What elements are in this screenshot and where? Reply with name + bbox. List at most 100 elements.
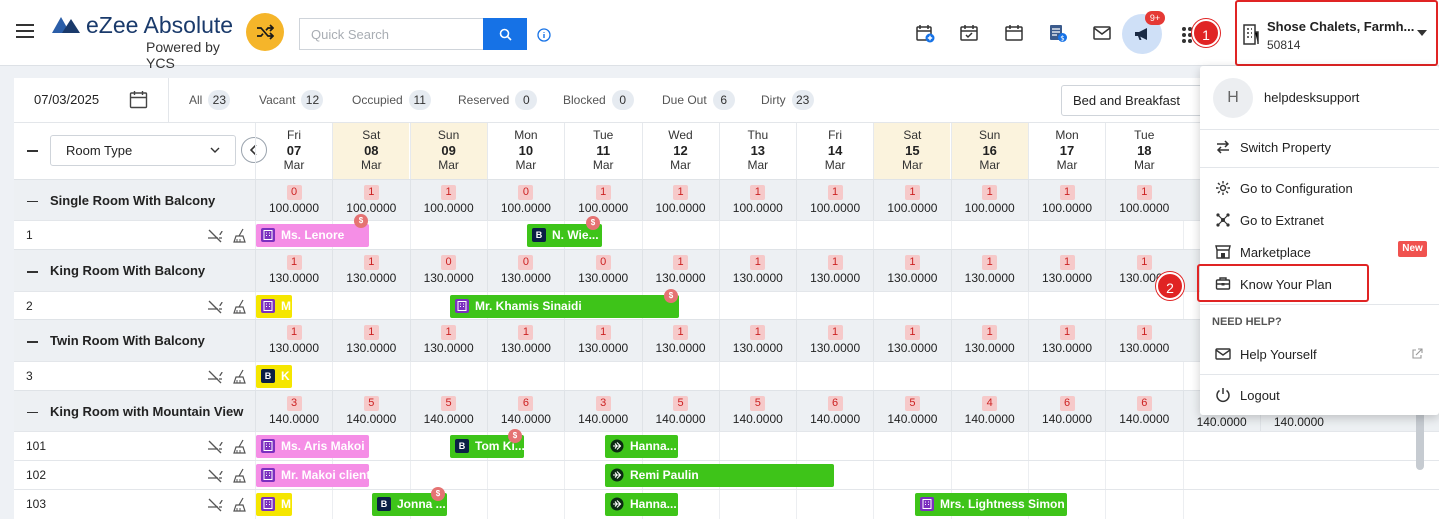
housekeeping-broom-icon[interactable]: [233, 439, 249, 454]
booking-bar[interactable]: Hanna...: [605, 493, 678, 516]
availability-cell[interactable]: 1 130.0000: [332, 250, 409, 291]
no-smoking-icon[interactable]: [207, 299, 223, 314]
availability-cell[interactable]: 0 130.0000: [564, 250, 641, 291]
availability-cell[interactable]: 1 100.0000: [564, 180, 641, 220]
app-logo[interactable]: eZee Absolute Powered by YCS: [50, 10, 250, 71]
availability-cell[interactable]: 1 100.0000: [950, 180, 1028, 220]
filter-vacant[interactable]: Vacant 12: [259, 90, 324, 110]
booking-bar[interactable]: Remi Paulin: [605, 464, 834, 487]
availability-cell[interactable]: 0 100.0000: [486, 180, 564, 220]
hamburger-menu-icon[interactable]: [16, 24, 34, 38]
availability-cell[interactable]: 1 130.0000: [950, 250, 1028, 291]
availability-cell[interactable]: 1 130.0000: [1105, 320, 1182, 361]
booking-bar[interactable]: Mr. Makoi client: [256, 464, 369, 487]
availability-cell[interactable]: 1 130.0000: [950, 320, 1028, 361]
availability-cell[interactable]: 1 130.0000: [796, 320, 873, 361]
collapse-category-icon[interactable]: [27, 200, 38, 202]
availability-cell[interactable]: 1 100.0000: [1105, 180, 1182, 220]
filter-occupied[interactable]: Occupied 11: [352, 90, 431, 110]
availability-cell[interactable]: 1 100.0000: [409, 180, 487, 220]
availability-cell[interactable]: 1 130.0000: [486, 320, 564, 361]
housekeeping-broom-icon[interactable]: [233, 468, 249, 483]
collapse-category-icon[interactable]: [27, 341, 38, 343]
calendar-check-icon[interactable]: [959, 23, 979, 43]
housekeeping-broom-icon[interactable]: [233, 497, 249, 512]
no-smoking-icon[interactable]: [207, 228, 223, 243]
availability-cell[interactable]: 1 130.0000: [1028, 320, 1105, 361]
availability-cell[interactable]: 1 130.0000: [564, 320, 641, 361]
availability-cell[interactable]: 1 130.0000: [641, 250, 719, 291]
availability-cell[interactable]: 6 140.0000: [796, 391, 873, 431]
meal-plan-select[interactable]: Bed and Breakfast: [1061, 85, 1211, 116]
filter-due-out[interactable]: Due Out 6: [662, 90, 735, 110]
availability-cell[interactable]: 0 100.0000: [255, 180, 332, 220]
availability-cell[interactable]: 5 140.0000: [332, 391, 409, 431]
availability-cell[interactable]: 5 140.0000: [641, 391, 719, 431]
availability-cell[interactable]: 1 130.0000: [718, 250, 796, 291]
mail-icon[interactable]: [1092, 23, 1112, 43]
availability-cell[interactable]: 1 130.0000: [255, 320, 332, 361]
availability-cell[interactable]: 6 140.0000: [1028, 391, 1105, 431]
availability-cell[interactable]: 1 130.0000: [409, 320, 487, 361]
quick-search-input[interactable]: [299, 18, 484, 50]
availability-cell[interactable]: 1 100.0000: [1028, 180, 1105, 220]
booking-bar[interactable]: Mrs. Lightness Simon: [915, 493, 1067, 516]
availability-cell[interactable]: 1 130.0000: [255, 250, 332, 291]
filter-blocked[interactable]: Blocked 0: [563, 90, 634, 110]
availability-cell[interactable]: 1 100.0000: [332, 180, 409, 220]
availability-cell[interactable]: 4 140.0000: [950, 391, 1028, 431]
availability-cell[interactable]: 1 100.0000: [873, 180, 950, 220]
billing-icon[interactable]: $: [1048, 23, 1068, 43]
availability-cell[interactable]: 0 130.0000: [486, 250, 564, 291]
no-smoking-icon[interactable]: [207, 468, 223, 483]
availability-cell[interactable]: 0 130.0000: [409, 250, 487, 291]
availability-cell[interactable]: 6 140.0000: [486, 391, 564, 431]
availability-cell[interactable]: 1 130.0000: [718, 320, 796, 361]
add-reservation-icon[interactable]: [915, 23, 935, 43]
no-smoking-icon[interactable]: [207, 369, 223, 384]
collapse-all-icon[interactable]: [27, 150, 38, 152]
no-smoking-icon[interactable]: [207, 497, 223, 512]
availability-cell[interactable]: 6 140.0000: [1105, 391, 1182, 431]
room-type-select[interactable]: Room Type: [50, 135, 236, 166]
availability-cell[interactable]: 5 140.0000: [409, 391, 487, 431]
availability-cell[interactable]: 3 140.0000: [255, 391, 332, 431]
booking-bar[interactable]: Ms. Aris Makoi: [256, 435, 369, 458]
availability-cell[interactable]: 1 130.0000: [1028, 250, 1105, 291]
vertical-scrollbar[interactable]: [1416, 410, 1424, 470]
availability-cell[interactable]: 1 130.0000: [332, 320, 409, 361]
availability-cell[interactable]: 1 130.0000: [796, 250, 873, 291]
filter-reserved[interactable]: Reserved 0: [458, 90, 538, 110]
filter-dirty[interactable]: Dirty 23: [761, 90, 814, 110]
filter-all[interactable]: All 23: [189, 90, 231, 110]
housekeeping-broom-icon[interactable]: [233, 228, 249, 243]
availability-cell[interactable]: 1 100.0000: [718, 180, 796, 220]
booking-bar[interactable]: M: [256, 295, 292, 318]
booking-bar[interactable]: Mr. Khamis Sinaidi: [450, 295, 679, 318]
collapse-category-icon[interactable]: [27, 271, 38, 273]
availability-cell[interactable]: 1 100.0000: [796, 180, 873, 220]
property-selector[interactable]: Shose Chalets, Farmh... 50814: [1235, 0, 1438, 66]
menu-help-yourself[interactable]: Help Yourself: [1200, 339, 1439, 369]
availability-cell[interactable]: 1 130.0000: [641, 320, 719, 361]
calendar-icon[interactable]: [1004, 23, 1024, 43]
search-button[interactable]: [483, 18, 527, 50]
booking-bar[interactable]: M: [256, 493, 292, 516]
info-icon[interactable]: [537, 28, 551, 42]
availability-cell[interactable]: 1 100.0000: [641, 180, 719, 220]
booking-bar[interactable]: BK: [256, 365, 292, 388]
menu-extranet[interactable]: Go to Extranet: [1200, 205, 1439, 235]
date-picker-icon[interactable]: [129, 90, 148, 109]
menu-switch-property[interactable]: Switch Property: [1200, 132, 1439, 162]
booking-bar[interactable]: Hanna...: [605, 435, 678, 458]
collapse-category-icon[interactable]: [27, 411, 38, 413]
housekeeping-broom-icon[interactable]: [233, 299, 249, 314]
availability-cell[interactable]: 5 140.0000: [873, 391, 950, 431]
menu-logout[interactable]: Logout: [1200, 380, 1439, 410]
availability-cell[interactable]: 1 130.0000: [873, 250, 950, 291]
availability-cell[interactable]: 3 140.0000: [564, 391, 641, 431]
availability-cell[interactable]: 1 130.0000: [873, 320, 950, 361]
menu-configuration[interactable]: Go to Configuration: [1200, 173, 1439, 203]
availability-cell[interactable]: 5 140.0000: [718, 391, 796, 431]
shuffle-icon[interactable]: [246, 13, 284, 51]
